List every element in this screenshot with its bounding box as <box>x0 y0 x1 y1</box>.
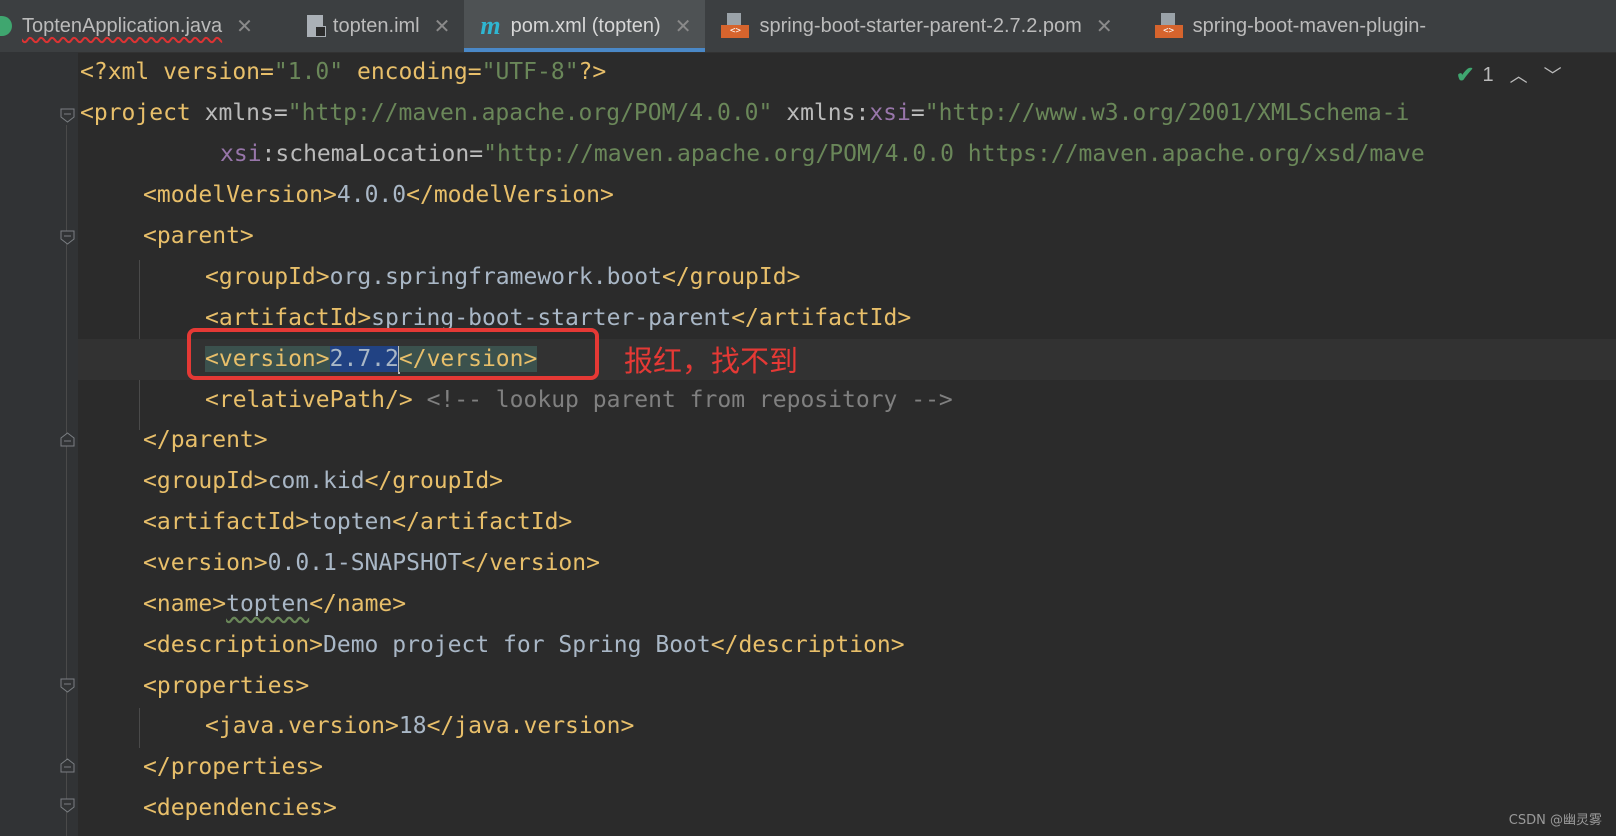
code-line-16[interactable]: <properties> <box>143 666 309 707</box>
tab-pom-xml[interactable]: m pom.xml (topten) ✕ <box>464 0 706 52</box>
code-line-9[interactable]: <relativePath/> <!-- lookup parent from … <box>205 380 953 421</box>
code-line-4[interactable]: <modelVersion>4.0.0</modelVersion> <box>143 175 614 216</box>
tab-topten-application[interactable]: ToptenApplication.java ✕ <box>0 0 267 52</box>
inspection-widget[interactable]: ✔ 1 ︿ ﹀ <box>1456 62 1562 88</box>
pom-file-icon: <> <box>1154 13 1183 39</box>
tab-label: pom.xml (topten) <box>510 14 661 37</box>
java-class-icon <box>0 16 12 36</box>
fold-collapse-icon[interactable] <box>60 108 75 123</box>
chevron-up-icon[interactable]: ︿ <box>1510 62 1528 88</box>
close-icon[interactable]: ✕ <box>1096 14 1113 39</box>
code-line-12[interactable]: <artifactId>topten</artifactId> <box>143 502 572 543</box>
code-line-1[interactable]: <?xml version="1.0" encoding="UTF-8"?> <box>80 52 606 93</box>
code-line-15[interactable]: <description>Demo project for Spring Boo… <box>143 625 905 666</box>
watermark: CSDN @幽灵雾 <box>1508 813 1602 828</box>
code-line-17[interactable]: <java.version>18</java.version> <box>205 706 634 747</box>
code-line-19[interactable]: <dependencies> <box>143 788 337 829</box>
code-line-14[interactable]: <name>topten</name> <box>143 584 406 625</box>
editor-tab-bar: ToptenApplication.java ✕ topten.iml ✕ m … <box>0 0 1616 53</box>
inspection-count: 1 <box>1482 63 1494 86</box>
code-line-11[interactable]: <groupId>com.kid</groupId> <box>143 461 503 502</box>
code-line-2[interactable]: <project xmlns="http://maven.apache.org/… <box>80 93 1409 134</box>
code-line-13[interactable]: <version>0.0.1-SNAPSHOT</version> <box>143 543 600 584</box>
code-line-10[interactable]: </parent> <box>143 420 268 461</box>
pom-file-icon: <> <box>721 13 750 39</box>
tab-spring-boot-starter-parent-pom[interactable]: <> spring-boot-starter-parent-2.7.2.pom … <box>705 0 1126 52</box>
fold-collapse-icon[interactable] <box>60 230 75 245</box>
code-line-18[interactable]: </properties> <box>143 747 323 788</box>
fold-end-icon[interactable] <box>60 758 75 773</box>
tab-label: spring-boot-maven-plugin- <box>1192 14 1427 37</box>
tab-topten-iml[interactable]: topten.iml ✕ <box>267 0 464 52</box>
annotation-text: 报红，找不到 <box>624 344 799 378</box>
fold-end-icon[interactable] <box>60 432 75 447</box>
indent-guide <box>139 708 140 748</box>
code-line-5[interactable]: <parent> <box>143 216 254 257</box>
close-icon[interactable]: ✕ <box>675 14 692 39</box>
maven-icon: m <box>480 11 501 40</box>
annotation-highlight-box <box>187 328 599 380</box>
tab-spring-boot-maven-plugin[interactable]: <> spring-boot-maven-plugin- <box>1127 0 1440 52</box>
close-icon[interactable]: ✕ <box>236 14 253 39</box>
check-icon: ✔ <box>1456 62 1475 87</box>
fold-collapse-icon[interactable] <box>60 678 75 693</box>
code-line-6[interactable]: <groupId>org.springframework.boot</group… <box>205 257 800 298</box>
tab-label: ToptenApplication.java <box>22 14 223 37</box>
fold-collapse-icon[interactable] <box>60 798 75 813</box>
tab-label: topten.iml <box>332 14 420 37</box>
code-line-3[interactable]: xsi:schemaLocation="http://maven.apache.… <box>220 134 1425 175</box>
iml-file-icon <box>306 15 326 37</box>
close-icon[interactable]: ✕ <box>434 14 451 39</box>
chevron-down-icon[interactable]: ﹀ <box>1544 62 1562 88</box>
tab-label: spring-boot-starter-parent-2.7.2.pom <box>759 14 1082 37</box>
